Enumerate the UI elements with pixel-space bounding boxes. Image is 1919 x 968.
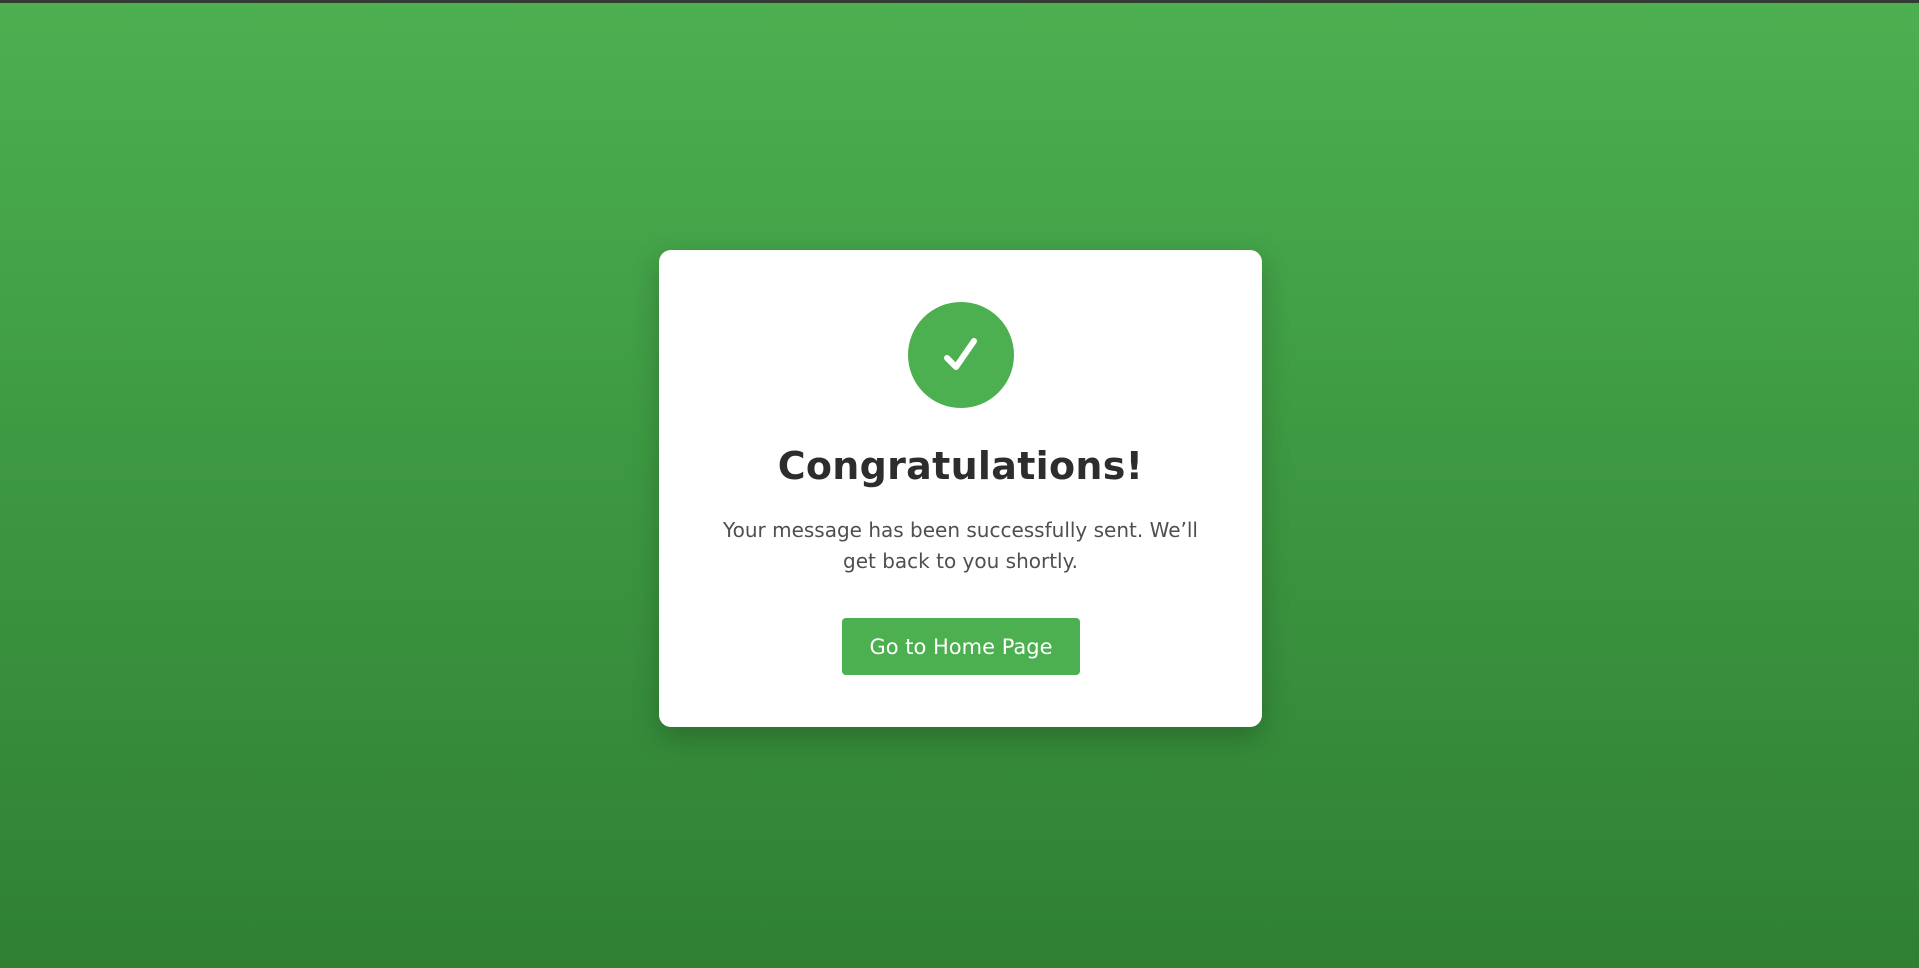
success-message: Your message has been successfully sent.… (723, 518, 1198, 573)
go-to-home-page-button[interactable]: Go to Home Page (842, 618, 1080, 675)
page-title: Congratulations! (777, 444, 1144, 488)
check-icon (944, 338, 977, 370)
success-badge (908, 302, 1014, 408)
page-background: Congratulations! Your message has been s… (0, 3, 1919, 968)
success-card: Congratulations! Your message has been s… (659, 250, 1262, 727)
